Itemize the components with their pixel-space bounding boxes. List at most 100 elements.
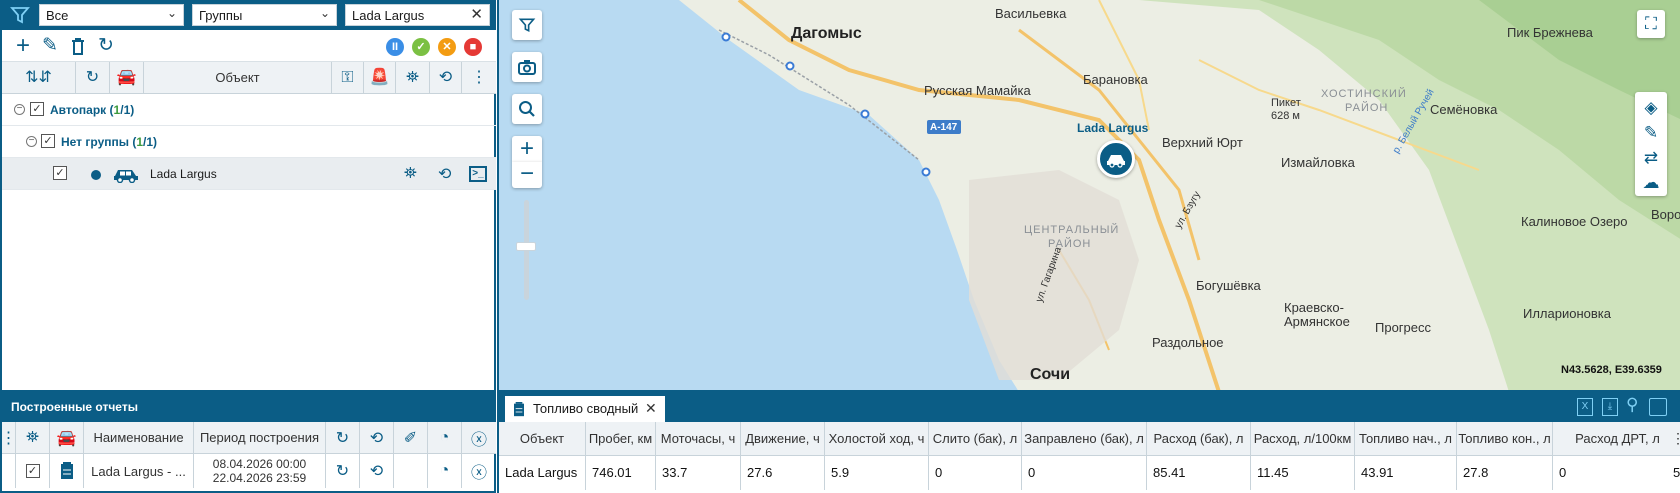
key-icon[interactable]: ⚿ [332,62,364,94]
tree-item-row[interactable]: ✓ Lada Largus ⛯ ⟲ >_ [2,158,496,190]
pause-status-icon[interactable]: II [386,38,404,56]
td-fuel-start: 43.91 [1355,456,1457,490]
binoculars-icon[interactable]: ⛯ [16,422,50,453]
report-tab-label: Топливо сводный [533,401,639,416]
th-movement[interactable]: Движение, ч [741,422,825,456]
report-name[interactable]: Lada Largus - ... [84,454,194,488]
map-filter-icon[interactable] [512,10,542,40]
refresh-icon[interactable]: ↻ [96,36,116,56]
collapse-icon[interactable]: − [14,104,25,115]
th-fuel-end[interactable]: Топливо кон., л [1457,422,1553,456]
zoom-out-icon[interactable]: − [512,162,542,188]
search-input[interactable]: Lada Largus ✕ [345,4,490,26]
objects-table-header: ⇅⇵ ↻ 🚘 Объект ⚿ 🚨 ⛯ ⟲ ⋮ [2,62,496,94]
binoculars-icon[interactable]: ⛯ [404,165,417,183]
camera-icon[interactable] [512,52,542,82]
report-tab[interactable]: Топливо сводный ✕ [505,396,665,422]
add-icon[interactable]: + [13,34,33,58]
th-drt-consumption[interactable]: Расход ДРТ, л [1553,422,1680,456]
rebuild-icon[interactable]: ↻ [326,454,360,488]
refresh-column-icon[interactable]: ↻ [76,62,110,94]
route-icon[interactable]: ✎ [1637,119,1665,147]
close-icon[interactable]: ⓧ [462,454,496,488]
lock-status-icon[interactable]: ■ [464,38,482,56]
root-count-visible: 1 [113,103,121,117]
th-consumption-100km[interactable]: Расход, л/100км [1251,422,1355,456]
history-icon[interactable]: ⟲ [430,62,462,94]
car-column-icon[interactable]: 🚘 [110,62,144,94]
groups-select[interactable]: Группы ⌄ [192,4,337,26]
edit-icon[interactable]: ✎ [40,36,60,56]
item-checkbox[interactable]: ✓ [53,166,67,180]
pie-chart-icon[interactable]: ◔ [428,422,462,453]
tree-root-row[interactable]: − ✓ Автопарк (1/1) [2,94,496,126]
pie-chart-icon[interactable]: ◔ [428,454,462,488]
ok-status-icon[interactable]: ✓ [412,38,430,56]
th-refueled[interactable]: Заправлено (бак), л [1022,422,1147,456]
filter-bar: Все ⌄ Группы ⌄ Lada Largus ✕ [2,0,496,30]
th-engine-hours[interactable]: Моточасы, ч [656,422,741,456]
th-consumption[interactable]: Расход (бак), л [1147,422,1251,456]
history-icon[interactable]: ⟲ [438,164,451,184]
alarm-icon[interactable]: 🚨 [364,62,396,94]
close-all-icon[interactable]: ⓧ [462,422,496,453]
group-checkbox[interactable]: ✓ [41,134,55,148]
report-row[interactable]: ✓ Lada Largus - ... 08.04.2026 00:00 22.… [2,454,496,488]
vehicle-marker[interactable] [1097,140,1135,178]
refresh-icon[interactable]: ↻ [326,422,360,453]
td-object[interactable]: Lada Largus [499,456,586,490]
car-column-icon[interactable]: 🚘 [50,422,84,453]
map-label-razdolnoe: Раздольное [1152,335,1224,350]
td-idle: 5.9 [825,456,929,490]
export-pdf-icon[interactable]: ⤓ [1602,398,1618,416]
column-menu-icon[interactable]: ⋮ [1671,430,1680,447]
fullscreen-icon[interactable]: ⛶ [1637,10,1665,38]
zoom-in-icon[interactable]: + [512,136,542,162]
th-fuel-start[interactable]: Топливо нач., л [1355,422,1457,456]
root-checkbox[interactable]: ✓ [30,102,44,116]
th-idle[interactable]: Холостой ход, ч [825,422,929,456]
th-drained[interactable]: Слито (бак), л [929,422,1022,456]
report-checkbox[interactable]: ✓ [25,464,40,478]
header-object[interactable]: Объект [144,62,332,94]
map-label-dagomys: Дагомыс [791,25,862,42]
tracks-icon[interactable]: ⇄ [1637,144,1665,172]
scope-select[interactable]: Все ⌄ [39,4,184,26]
map-search-icon[interactable] [512,94,542,124]
th-object[interactable]: Объект [499,422,586,456]
map-label-progress: Прогресс [1375,320,1432,335]
history-icon[interactable]: ⟲ [360,422,394,453]
delete-icon[interactable] [68,36,88,56]
command-icon[interactable]: ⋮ [462,62,496,94]
binoculars-icon[interactable]: ⛯ [396,62,430,94]
sort-icon[interactable]: ⇅⇵ [2,62,76,94]
map-label-sochi: Сочи [1030,366,1071,383]
header-report-name[interactable]: Наименование [84,422,194,453]
clean-icon[interactable]: ✐ [394,422,428,453]
clear-icon[interactable]: ✕ [470,5,483,23]
layers-icon[interactable]: ◈ [1637,94,1665,122]
map-label-russkaya-mamayka: Русская Мамайка [924,83,1031,98]
zoom-slider-handle[interactable] [516,242,536,251]
close-tab-icon[interactable]: ✕ [645,400,657,417]
header-report-period[interactable]: Период построения [194,422,326,453]
th-mileage[interactable]: Пробег, км [586,422,656,456]
collapse-handle-icon[interactable]: ⋮ [1,422,17,453]
history-icon[interactable]: ⟲ [360,454,394,488]
collapse-icon[interactable]: − [26,136,37,147]
filter-icon[interactable] [9,4,31,26]
warning-status-icon[interactable]: ✕ [438,38,456,56]
report-checkbox-cell[interactable]: ✓ [16,454,50,488]
map-label-kraevsko2: Армянское [1284,314,1350,329]
map-label-vasilevka: Васильевка [995,6,1067,21]
map-view[interactable]: Дагомыс Васильевка Русская Мамайка Баран… [497,0,1680,392]
terminal-icon[interactable]: >_ [469,166,487,182]
weather-icon[interactable]: ☁ [1637,169,1665,197]
tree-group-row[interactable]: − ✓ Нет группы (1/1) [2,126,496,158]
td-mileage: 746.01 [586,456,656,490]
search-input-value: Lada Largus [352,8,425,23]
export-excel-icon[interactable]: X [1577,398,1593,416]
pin-icon[interactable]: ⚲ [1626,395,1638,415]
layout-icon[interactable] [1649,398,1667,416]
tree-root-label: Автопарк (1/1) [50,103,135,117]
